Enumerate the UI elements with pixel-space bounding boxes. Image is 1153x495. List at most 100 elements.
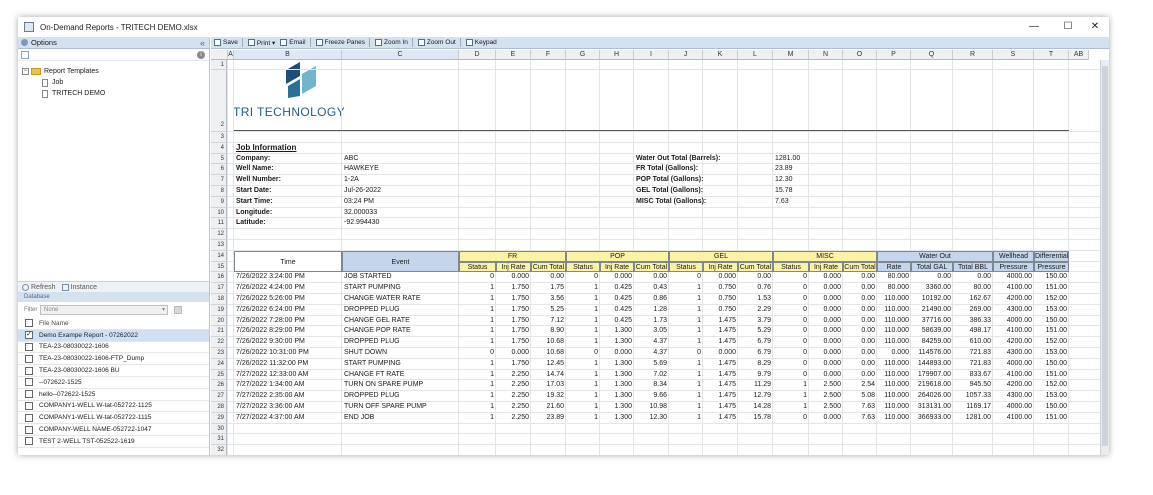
- file-checkbox[interactable]: [25, 437, 33, 446]
- tree-item-job[interactable]: Job: [22, 77, 209, 88]
- file-checkbox[interactable]: [25, 390, 33, 399]
- row-header[interactable]: 23: [211, 348, 227, 359]
- file-checkbox[interactable]: [25, 401, 33, 410]
- column-header[interactable]: G: [566, 50, 600, 60]
- row-header[interactable]: 18: [211, 294, 227, 305]
- options-header[interactable]: Options «: [18, 37, 209, 49]
- tree-icon[interactable]: [21, 50, 29, 59]
- row-header[interactable]: 19: [211, 304, 227, 316]
- instance-button[interactable]: Instance: [71, 284, 97, 291]
- zoom-in-button[interactable]: Zoom In: [375, 39, 408, 46]
- save-button[interactable]: Save: [214, 39, 238, 46]
- row-header[interactable]: 15: [211, 261, 227, 273]
- row-header[interactable]: 13: [211, 240, 227, 251]
- column-header[interactable]: K: [703, 50, 738, 60]
- column-header[interactable]: F: [531, 50, 566, 60]
- row-header[interactable]: 4: [211, 142, 227, 154]
- file-checkbox[interactable]: ✓: [25, 331, 33, 340]
- column-header[interactable]: E: [496, 50, 531, 60]
- tree-item-report-templates[interactable]: − Report Templates: [22, 66, 209, 77]
- column-header[interactable]: H: [600, 50, 634, 60]
- file-list-item[interactable]: TEA-23-08030022-1606: [18, 342, 209, 354]
- file-list-item[interactable]: TEST 2-WELL TST-052522-1619: [18, 436, 209, 448]
- column-header[interactable]: M: [773, 50, 809, 60]
- column-header[interactable]: I: [634, 50, 669, 60]
- file-checkbox[interactable]: [25, 342, 33, 351]
- row-header[interactable]: 7: [211, 175, 227, 186]
- spreadsheet[interactable]: TRI TECHNOLOGY A B C D E F G H I J K L M N O P Q R S T AB 1 2 3…: [211, 50, 1109, 455]
- file-checkbox[interactable]: [25, 366, 33, 375]
- print-button[interactable]: Print ▾: [247, 39, 275, 47]
- row-header[interactable]: 16: [211, 272, 227, 284]
- column-header[interactable]: N: [809, 50, 843, 60]
- row-header[interactable]: 28: [211, 402, 227, 413]
- row-header[interactable]: 8: [211, 186, 227, 197]
- row-header[interactable]: 9: [211, 196, 227, 208]
- file-checkbox[interactable]: [25, 425, 33, 434]
- row-header[interactable]: 29: [211, 412, 227, 424]
- file-checkbox[interactable]: [25, 354, 33, 363]
- row-header[interactable]: 31: [211, 434, 227, 446]
- info-icon[interactable]: i: [197, 50, 205, 59]
- sheet-corner[interactable]: [211, 50, 228, 60]
- column-header[interactable]: C: [342, 50, 459, 60]
- maximize-button[interactable]: ☐: [1061, 20, 1075, 34]
- refresh-button[interactable]: Refresh: [31, 284, 56, 291]
- scroll-thumb[interactable]: [1102, 66, 1108, 446]
- column-header[interactable]: S: [993, 50, 1034, 60]
- row-header[interactable]: 5: [211, 153, 227, 165]
- row-header[interactable]: 22: [211, 337, 227, 348]
- file-checkbox[interactable]: [25, 413, 33, 422]
- row-header[interactable]: 11: [211, 218, 227, 230]
- file-list-item[interactable]: COMPANY-WELL NAME-052722-1047: [18, 424, 209, 436]
- row-header[interactable]: 32: [211, 445, 227, 455]
- filter-clear-button[interactable]: [174, 305, 182, 314]
- row-header[interactable]: 25: [211, 369, 227, 381]
- file-list-item[interactable]: COMPANY1-WELL W-tat-052722-1125: [18, 401, 209, 413]
- file-list-item[interactable]: hello--072622-1525: [18, 389, 209, 401]
- file-list-item[interactable]: COMPANY1-WELL W-tat-052722-1115: [18, 412, 209, 425]
- minimize-button[interactable]: —: [1027, 20, 1041, 34]
- email-button[interactable]: Email: [280, 39, 306, 46]
- column-header[interactable]: P: [877, 50, 911, 60]
- zoom-out-button[interactable]: Zoom Out: [417, 39, 456, 46]
- data-cell: 0.000: [823, 316, 841, 324]
- file-list-item[interactable]: TEA-23-08030022-1606-FTP_Dump: [18, 353, 209, 366]
- file-list-item[interactable]: ✓ Demo Exampe Report - 07262022: [18, 329, 209, 342]
- vertical-scrollbar[interactable]: [1100, 60, 1109, 455]
- column-header[interactable]: D: [459, 50, 496, 60]
- row-header[interactable]: 1: [211, 60, 227, 70]
- row-header[interactable]: 27: [211, 391, 227, 402]
- row-header[interactable]: 3: [211, 132, 227, 143]
- filter-select[interactable]: None ▾: [40, 304, 168, 315]
- collapse-panel-icon[interactable]: «: [200, 38, 205, 48]
- row-header[interactable]: 24: [211, 358, 227, 370]
- row-header[interactable]: 12: [211, 229, 227, 240]
- column-header[interactable]: AB: [1069, 50, 1089, 60]
- row-header[interactable]: 17: [211, 283, 227, 294]
- row-header[interactable]: 21: [211, 326, 227, 338]
- close-button[interactable]: ✕: [1088, 20, 1102, 34]
- column-header[interactable]: R: [953, 50, 993, 60]
- column-header[interactable]: J: [669, 50, 703, 60]
- column-header[interactable]: O: [843, 50, 877, 60]
- row-header[interactable]: 10: [211, 207, 227, 219]
- column-header[interactable]: T: [1034, 50, 1069, 60]
- keypad-button[interactable]: Keypad: [465, 39, 497, 46]
- row-header[interactable]: 30: [211, 423, 227, 435]
- tree-item-tritech-demo[interactable]: TRITECH DEMO: [22, 88, 209, 99]
- file-checkbox[interactable]: [25, 378, 33, 387]
- row-header[interactable]: 20: [211, 315, 227, 327]
- file-list-item[interactable]: --072622-1525: [18, 377, 209, 389]
- column-header[interactable]: Q: [911, 50, 953, 60]
- column-header[interactable]: L: [738, 50, 773, 60]
- collapse-tree-icon[interactable]: −: [22, 68, 29, 75]
- file-list-item[interactable]: TEA-23-08030022-1606 BU: [18, 365, 209, 377]
- freeze-panes-button[interactable]: Freeze Panes: [315, 39, 365, 46]
- row-header[interactable]: 26: [211, 380, 227, 392]
- column-header[interactable]: B: [234, 50, 342, 60]
- row-header[interactable]: 6: [211, 164, 227, 176]
- row-header[interactable]: 14: [211, 250, 227, 262]
- row-header[interactable]: 2: [211, 70, 227, 132]
- select-all-checkbox[interactable]: [25, 319, 33, 328]
